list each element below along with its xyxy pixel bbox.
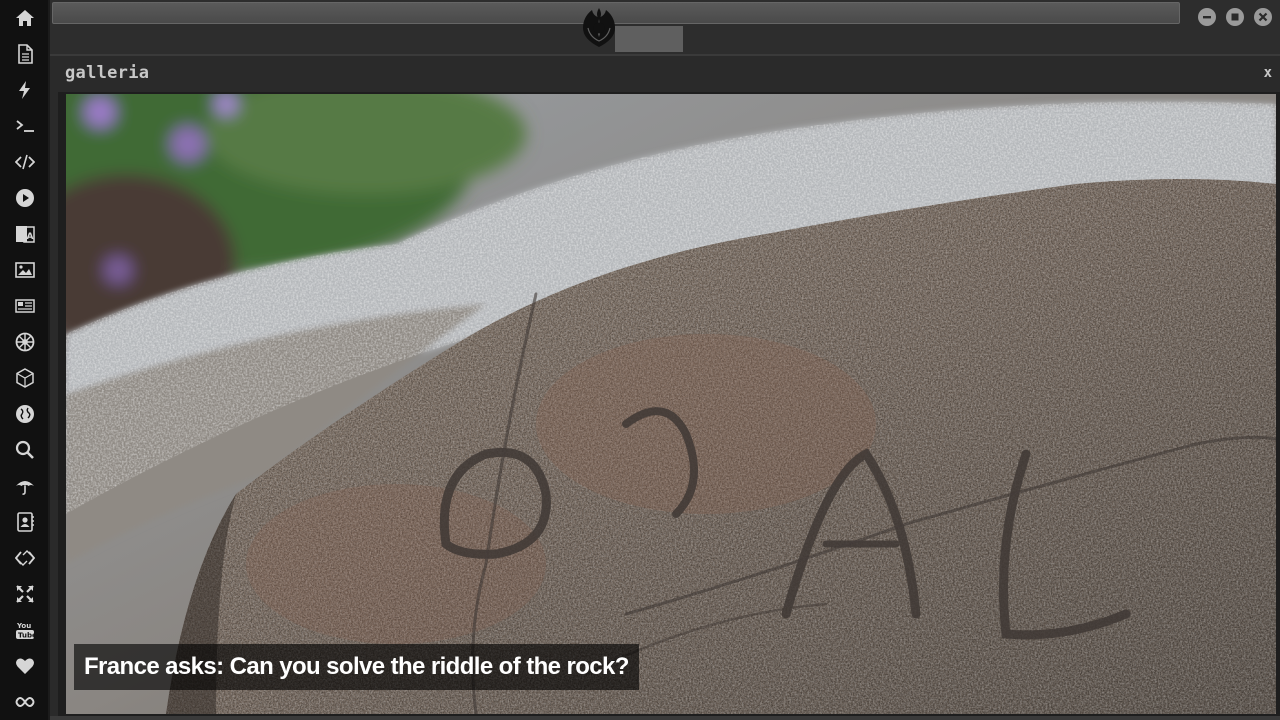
umbrella-icon[interactable] xyxy=(12,473,38,499)
svg-text:You: You xyxy=(16,622,31,630)
top-bar xyxy=(50,0,1280,56)
document-icon[interactable] xyxy=(12,41,38,67)
expand-icon[interactable] xyxy=(12,581,38,607)
infinity-icon[interactable] xyxy=(12,689,38,715)
gallery-window: galleria x France asks: Can you solve th… xyxy=(58,60,1280,716)
gallery-title: galleria xyxy=(65,63,150,83)
search-icon[interactable] xyxy=(12,437,38,463)
code-icon[interactable] xyxy=(12,149,38,175)
gallery-close-button[interactable]: x xyxy=(1264,65,1272,81)
lightning-icon[interactable] xyxy=(12,77,38,103)
rock-photo-image xyxy=(66,94,1276,714)
gallery-header: galleria x xyxy=(58,60,1280,92)
gallery-photo[interactable]: France asks: Can you solve the riddle of… xyxy=(66,94,1276,714)
globe-icon[interactable] xyxy=(12,401,38,427)
rebel-alliance-icon xyxy=(578,7,620,49)
play-icon[interactable] xyxy=(12,185,38,211)
maximize-button[interactable] xyxy=(1226,8,1244,26)
code-fork-icon[interactable] xyxy=(12,545,38,571)
home-icon[interactable] xyxy=(12,5,38,31)
caption-box: France asks: Can you solve the riddle of… xyxy=(74,644,639,690)
minimize-button[interactable] xyxy=(1198,8,1216,26)
svg-text:Tube: Tube xyxy=(18,632,35,640)
youtube-icon[interactable]: You Tube xyxy=(12,617,38,643)
close-window-button[interactable] xyxy=(1254,8,1272,26)
contact-icon[interactable] xyxy=(12,509,38,535)
image-icon[interactable] xyxy=(12,257,38,283)
newspaper-icon[interactable] xyxy=(12,293,38,319)
heart-icon[interactable] xyxy=(12,653,38,679)
logo-tab[interactable] xyxy=(615,26,683,52)
sidebar: A You Tube xyxy=(0,0,50,720)
terminal-icon[interactable] xyxy=(12,113,38,139)
caption-text[interactable]: France asks: Can you solve the riddle of… xyxy=(84,653,629,681)
translate-icon[interactable]: A xyxy=(12,221,38,247)
svg-text:A: A xyxy=(27,232,34,242)
dice-icon[interactable] xyxy=(12,365,38,391)
bottom-border xyxy=(50,716,1280,720)
galactic-empire-icon[interactable] xyxy=(12,329,38,355)
